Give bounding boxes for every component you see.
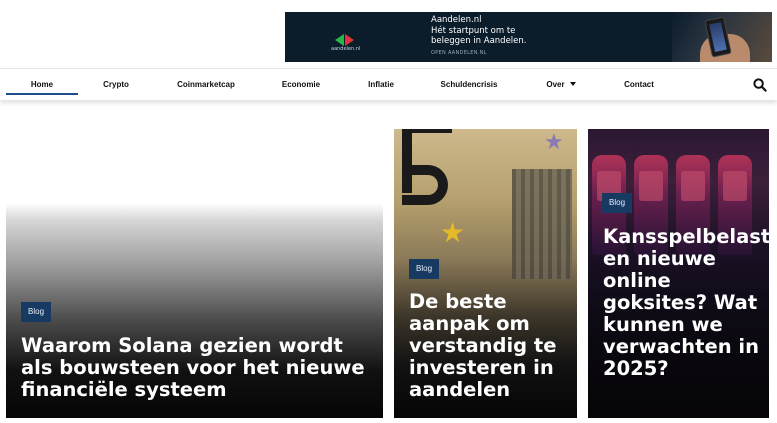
nav-item-inflatie[interactable]: Inflatie <box>356 69 406 100</box>
nav-item-contact[interactable]: Contact <box>614 69 664 100</box>
post-title[interactable]: Kansspelbelasting en nieuwe online goksi… <box>603 226 769 380</box>
post-card-kansspelbelasting[interactable]: Blog Kansspelbelasting en nieuwe online … <box>588 129 769 418</box>
aandelen-logo: aandelen.nl <box>331 32 371 56</box>
banner-phone-image <box>672 12 772 62</box>
euro-arch-image <box>512 169 572 279</box>
nav-item-over-label: Over <box>546 80 565 89</box>
banner-line-3: beleggen in Aandelen. <box>431 36 527 46</box>
banner-copy: Aandelen.nl Hét startpunt om te beleggen… <box>431 15 527 58</box>
nav-item-schuldencrisis[interactable]: Schuldencrisis <box>434 69 504 100</box>
category-badge[interactable]: Blog <box>409 259 440 279</box>
star-icon: ★ <box>544 129 564 154</box>
post-card-investeren[interactable]: ★ ★ Blog De beste aanpak om verstandig t… <box>394 129 577 418</box>
search-icon <box>753 78 767 92</box>
banner-line-1: Aandelen.nl <box>431 15 482 25</box>
search-button[interactable] <box>753 78 767 92</box>
star-icon: ★ <box>440 217 466 248</box>
nav-item-coinmarketcap[interactable]: Coinmarketcap <box>170 69 242 100</box>
featured-post-card[interactable]: Blog Waarom Solana gezien wordt als bouw… <box>6 203 383 418</box>
nav-item-crypto[interactable]: Crypto <box>92 69 140 100</box>
chevron-down-icon <box>569 82 576 86</box>
nav-item-economie[interactable]: Economie <box>270 69 332 100</box>
category-badge[interactable]: Blog <box>21 302 52 322</box>
nav-item-over[interactable]: Over <box>536 69 586 100</box>
logo-arrow-left-icon <box>335 34 344 46</box>
banner-line-2: Hét startpunt om te <box>431 25 516 36</box>
main-nav: Home Crypto Coinmarketcap Economie Infla… <box>0 68 777 100</box>
post-title[interactable]: De beste aanpak om verstandig te investe… <box>409 291 574 401</box>
post-title[interactable]: Waarom Solana gezien wordt als bouwsteen… <box>21 335 376 401</box>
banner-ad[interactable]: aandelen.nl Aandelen.nl Hét startpunt om… <box>285 12 772 62</box>
logo-arrow-right-icon <box>345 34 354 46</box>
euro-note-digit <box>402 165 448 205</box>
logo-text: aandelen.nl <box>331 46 361 52</box>
category-badge[interactable]: Blog <box>602 193 633 213</box>
nav-item-home[interactable]: Home <box>6 69 78 95</box>
banner-sub: OPEN AANDELEN.NL <box>431 49 487 56</box>
